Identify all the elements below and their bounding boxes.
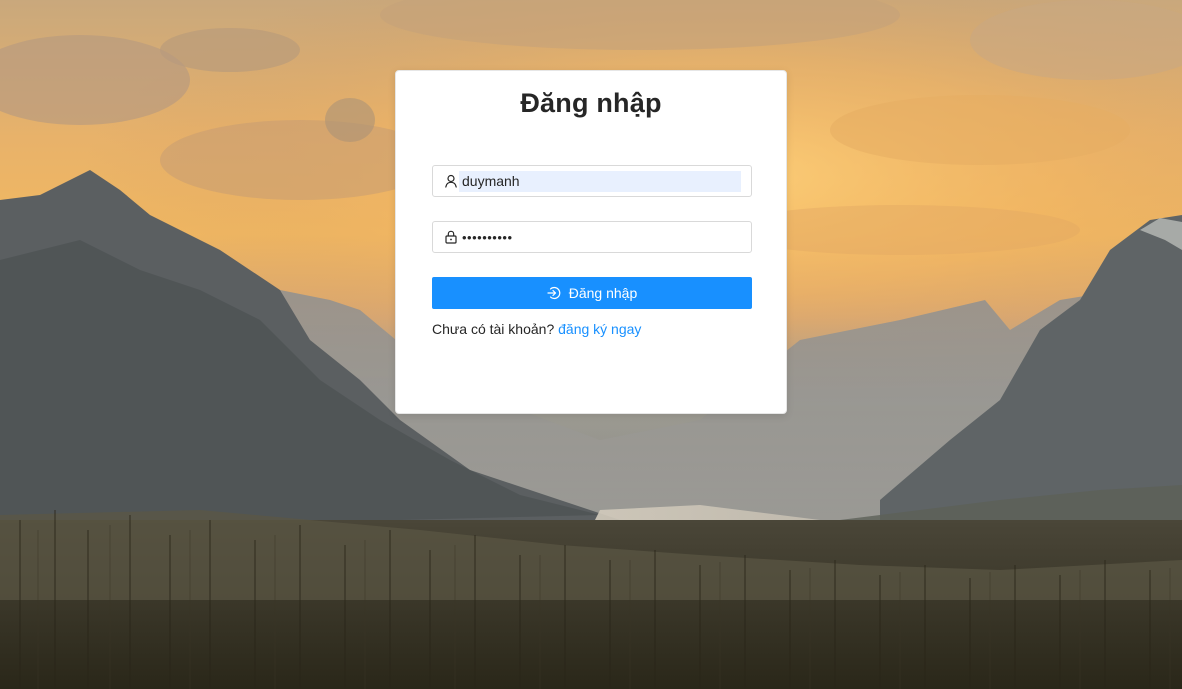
user-icon	[445, 174, 457, 188]
login-button-label: Đăng nhập	[568, 285, 638, 301]
username-field[interactable]	[432, 165, 752, 197]
register-link[interactable]: đăng ký ngay	[558, 321, 641, 337]
username-input[interactable]	[462, 170, 738, 192]
register-prompt-text: Chưa có tài khoản?	[432, 321, 555, 337]
login-button[interactable]: Đăng nhập	[432, 277, 752, 309]
password-input[interactable]	[462, 226, 738, 248]
login-icon	[547, 286, 561, 300]
lock-icon	[445, 230, 457, 244]
login-card: Đăng nhập Đăng nhập Chưa có tài khoản? đ…	[395, 70, 787, 414]
login-title: Đăng nhập	[520, 88, 662, 118]
register-prompt: Chưa có tài khoản? đăng ký ngay	[432, 321, 641, 337]
password-field[interactable]	[432, 221, 752, 253]
